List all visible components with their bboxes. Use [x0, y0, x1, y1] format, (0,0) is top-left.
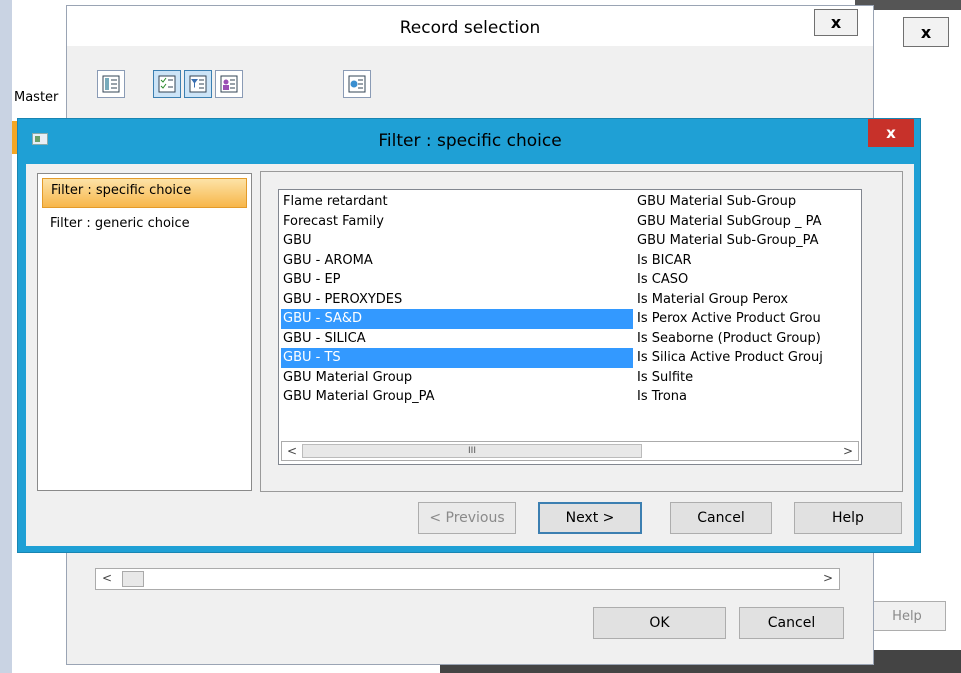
scroll-right-arrow-icon[interactable]: >	[823, 571, 833, 585]
background-help-button[interactable]: Help	[868, 601, 946, 631]
list-item[interactable]: GBU - EP	[281, 270, 633, 290]
list-item[interactable]: GBU Material SubGroup _ PA	[635, 212, 861, 232]
record-horizontal-scrollbar[interactable]: < >	[95, 568, 840, 590]
filter-dialog-body: Filter : specific choice Filter : generi…	[26, 164, 914, 546]
scroll-left-arrow-icon[interactable]: <	[102, 571, 112, 585]
checklist-icon[interactable]	[153, 70, 181, 98]
record-selection-close-button[interactable]: x	[814, 9, 858, 36]
record-cancel-button[interactable]: Cancel	[739, 607, 844, 639]
filter-dialog: Filter : specific choice x Filter : spec…	[17, 118, 921, 553]
nav-item-generic-choice[interactable]: Filter : generic choice	[42, 212, 247, 242]
list-item[interactable]: Is Perox Active Product Grou	[635, 309, 861, 329]
filter-dialog-close-button[interactable]: x	[868, 119, 914, 147]
record-selection-title: Record selection	[399, 18, 541, 38]
list-item[interactable]: GBU - AROMA	[281, 251, 633, 271]
ok-button[interactable]: OK	[593, 607, 726, 639]
previous-button[interactable]: < Previous	[418, 502, 516, 534]
filter-nav: Filter : specific choice Filter : generi…	[37, 173, 252, 491]
list-item[interactable]: GBU - SILICA	[281, 329, 633, 349]
list-item[interactable]: GBU Material Group	[281, 368, 633, 388]
list-item[interactable]: Is CASO	[635, 270, 861, 290]
next-button[interactable]: Next >	[538, 502, 642, 534]
background-left-strip	[0, 0, 12, 673]
list-view-icon[interactable]	[97, 70, 125, 98]
list-item[interactable]: GBU Material Sub-Group	[635, 192, 861, 212]
field-list-column-1: Flame retardant Forecast Family GBU GBU …	[281, 192, 633, 407]
filter-panel: Flame retardant Forecast Family GBU GBU …	[260, 171, 903, 492]
list-item[interactable]: GBU Material Group_PA	[281, 387, 633, 407]
list-horizontal-scrollbar[interactable]: < III >	[281, 441, 859, 461]
list-item[interactable]: Is Silica Active Product Grouj	[635, 348, 861, 368]
list-item[interactable]: GBU Material Sub-Group_PA	[635, 231, 861, 251]
settings-list-icon[interactable]	[343, 70, 371, 98]
list-item[interactable]: Is Sulfite	[635, 368, 861, 388]
scroll-thumb[interactable]	[122, 571, 144, 587]
list-item[interactable]: GBU	[281, 231, 633, 251]
list-item[interactable]: Is Seaborne (Product Group)	[635, 329, 861, 349]
scroll-right-arrow-icon[interactable]: >	[843, 444, 853, 458]
list-item[interactable]: Forecast Family	[281, 212, 633, 232]
user-list-icon[interactable]	[215, 70, 243, 98]
field-list-column-2: GBU Material Sub-Group GBU Material SubG…	[635, 192, 861, 407]
filter-list-icon[interactable]	[184, 70, 212, 98]
list-item-selected[interactable]: GBU - SA&D	[281, 309, 633, 329]
background-close-button[interactable]: x	[903, 17, 949, 47]
field-list[interactable]: Flame retardant Forecast Family GBU GBU …	[278, 189, 862, 465]
help-button[interactable]: Help	[794, 502, 902, 534]
scroll-thumb[interactable]: III	[302, 444, 642, 458]
list-item-selected[interactable]: GBU - TS	[281, 348, 633, 368]
cancel-button[interactable]: Cancel	[670, 502, 772, 534]
list-item[interactable]: Is Material Group Perox	[635, 290, 861, 310]
scroll-thumb-grip: III	[468, 446, 476, 456]
nav-item-specific-choice[interactable]: Filter : specific choice	[42, 178, 247, 208]
list-item[interactable]: Is Trona	[635, 387, 861, 407]
list-item[interactable]: Flame retardant	[281, 192, 633, 212]
scroll-left-arrow-icon[interactable]: <	[287, 444, 297, 458]
list-item[interactable]: GBU - PEROXYDES	[281, 290, 633, 310]
list-item[interactable]: Is BICAR	[635, 251, 861, 271]
background-tab-label[interactable]: Master	[14, 90, 58, 105]
filter-dialog-title: Filter : specific choice	[378, 131, 562, 151]
